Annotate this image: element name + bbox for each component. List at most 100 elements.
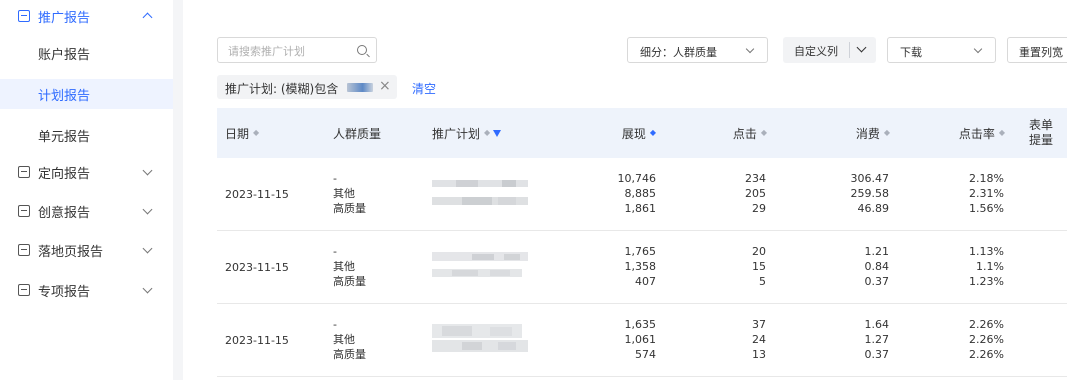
- cell-value: 1.21: [864, 245, 890, 258]
- custom-columns-button[interactable]: 自定义列: [783, 37, 876, 63]
- cell-date: 2023-11-15: [225, 188, 289, 201]
- filter-icon[interactable]: [493, 129, 502, 137]
- custom-columns-label: 自定义列: [794, 45, 838, 58]
- table-header: 日期 ◆ 人群质量 推广计划 ◆ 展现 ◆ 点击 ◆ 消费 ◆ 点击率 ◆ 表单…: [217, 108, 1067, 158]
- cell-value: 2.26%: [969, 318, 1004, 331]
- cell-value: 0.37: [864, 275, 890, 288]
- cell-clicks: 234 205 29: [687, 171, 766, 216]
- cell-value: 其他: [333, 187, 355, 200]
- cell-value: 2.18%: [969, 172, 1004, 185]
- sort-icon[interactable]: ◆: [761, 129, 767, 137]
- cell-value: 24: [752, 333, 766, 346]
- column-header-date[interactable]: 日期 ◆: [225, 108, 259, 158]
- cell-value: -: [333, 318, 337, 331]
- sidebar-divider: [173, 0, 183, 380]
- cell-value: 234: [745, 172, 766, 185]
- chevron-down-icon[interactable]: [856, 42, 867, 53]
- report-page: 推广报告 账户报告 计划报告 单元报告 定向报告 创意报告 落地页报告 专项报告…: [0, 0, 1067, 380]
- sidebar-item-account-report[interactable]: 账户报告: [0, 38, 173, 68]
- sidebar-item-plan-report[interactable]: 计划报告: [0, 79, 173, 109]
- sort-icon[interactable]: ◆: [650, 129, 656, 137]
- nav-group-label: 创意报告: [38, 205, 91, 221]
- cell-audience: - 其他 高质量: [333, 317, 366, 362]
- column-header-spend[interactable]: 消费 ◆: [797, 108, 890, 158]
- cell-impressions: 10,746 8,885 1,861: [567, 171, 657, 216]
- cell-value: -: [333, 172, 337, 185]
- cell-value: 205: [745, 187, 766, 200]
- clear-filters-link[interactable]: 清空: [412, 80, 436, 97]
- cell-value: 407: [635, 275, 656, 288]
- sort-icon[interactable]: ◆: [484, 129, 490, 137]
- column-header-ctr[interactable]: 点击率 ◆: [917, 108, 1005, 158]
- blurred-plan-name: [432, 324, 528, 352]
- cell-value: 1,358: [624, 260, 657, 273]
- report-icon: [18, 10, 30, 22]
- sort-icon[interactable]: ◆: [999, 129, 1005, 137]
- cell-clicks: 37 24 13: [687, 317, 766, 362]
- reset-column-width-button[interactable]: 重置列宽: [1007, 37, 1067, 63]
- chevron-up-icon: [142, 12, 153, 23]
- sort-icon[interactable]: ◆: [253, 129, 259, 137]
- breakdown-select[interactable]: 细分：人群质量: [627, 37, 768, 63]
- nav-group-special-report[interactable]: 专项报告: [0, 276, 173, 304]
- nav-group-label: 落地页报告: [38, 244, 104, 260]
- cell-ctr: 2.18% 2.31% 1.56%: [917, 171, 1004, 216]
- cell-value: 1,765: [624, 245, 657, 258]
- cell-audience: - 其他 高质量: [333, 171, 366, 216]
- cell-impressions: 1,635 1,061 574: [567, 317, 657, 362]
- cell-value: 2.26%: [969, 348, 1004, 361]
- cell-value: 1.1%: [976, 260, 1004, 273]
- blurred-plan-name: [432, 252, 528, 277]
- cell-date: 2023-11-15: [225, 334, 289, 347]
- cell-value: 1.13%: [969, 245, 1004, 258]
- column-header-label: 日期: [225, 126, 250, 141]
- sidebar-item-label: 单元报告: [38, 129, 91, 145]
- cell-value: -: [333, 245, 337, 258]
- nav-group-landing-page-report[interactable]: 落地页报告: [0, 236, 173, 264]
- column-header-label: 消费: [855, 126, 880, 141]
- table-row: 2023-11-15 - 其他 高质量 10,746 8,885 1,861 2…: [217, 158, 1067, 231]
- nav-group-creative-report[interactable]: 创意报告: [0, 197, 173, 225]
- table-row: 2023-11-15 - 其他 高质量 1,765 1,358 407 20 1…: [217, 231, 1067, 304]
- sidebar-item-unit-report[interactable]: 单元报告: [0, 120, 173, 150]
- filter-chip-label: 推广计划: (模糊)包含: [225, 82, 339, 96]
- landing-page-icon: [18, 244, 30, 256]
- column-header-label: 推广计划: [432, 126, 481, 141]
- sidebar-item-label: 账户报告: [38, 47, 91, 63]
- column-header-clicks[interactable]: 点击 ◆: [687, 108, 767, 158]
- search-input[interactable]: [228, 42, 348, 60]
- chevron-down-icon: [745, 44, 755, 54]
- cell-value: 574: [635, 348, 656, 361]
- search-icon[interactable]: [357, 45, 367, 55]
- cell-value: 其他: [333, 260, 355, 273]
- download-select[interactable]: 下载: [887, 37, 996, 63]
- cell-value: 1.27: [864, 333, 890, 346]
- cell-value: 1,635: [624, 318, 657, 331]
- cell-value: 306.47: [850, 172, 890, 185]
- cell-value: 0.37: [864, 348, 890, 361]
- cell-value: 1.64: [864, 318, 890, 331]
- sidebar-item-label: 计划报告: [38, 88, 91, 104]
- column-header-impressions[interactable]: 展现 ◆: [567, 108, 656, 158]
- nav-group-promotion-report[interactable]: 推广报告: [0, 2, 173, 30]
- close-icon[interactable]: ×: [379, 78, 391, 94]
- chevron-down-icon: [973, 44, 983, 54]
- download-label: 下载: [900, 46, 922, 59]
- column-header-plan[interactable]: 推广计划 ◆: [432, 108, 502, 158]
- cell-value: 37: [752, 318, 766, 331]
- column-header-label: 点击: [732, 126, 757, 141]
- nav-group-label: 专项报告: [38, 284, 91, 300]
- cell-ctr: 1.13% 1.1% 1.23%: [917, 244, 1004, 289]
- cell-value: 15: [752, 260, 766, 273]
- chevron-down-icon: [142, 165, 153, 176]
- blurred-plan-name: [432, 180, 528, 205]
- nav-group-targeting-report[interactable]: 定向报告: [0, 158, 173, 186]
- cell-value: 46.89: [857, 202, 890, 215]
- cell-value: 高质量: [333, 275, 366, 288]
- sort-icon[interactable]: ◆: [884, 129, 890, 137]
- sidebar: 推广报告 账户报告 计划报告 单元报告 定向报告 创意报告 落地页报告 专项报告: [0, 0, 173, 380]
- column-header-form[interactable]: 表单提量: [1029, 108, 1059, 158]
- chevron-down-icon: [142, 204, 153, 215]
- cell-value: 5: [759, 275, 766, 288]
- cell-value: 高质量: [333, 202, 366, 215]
